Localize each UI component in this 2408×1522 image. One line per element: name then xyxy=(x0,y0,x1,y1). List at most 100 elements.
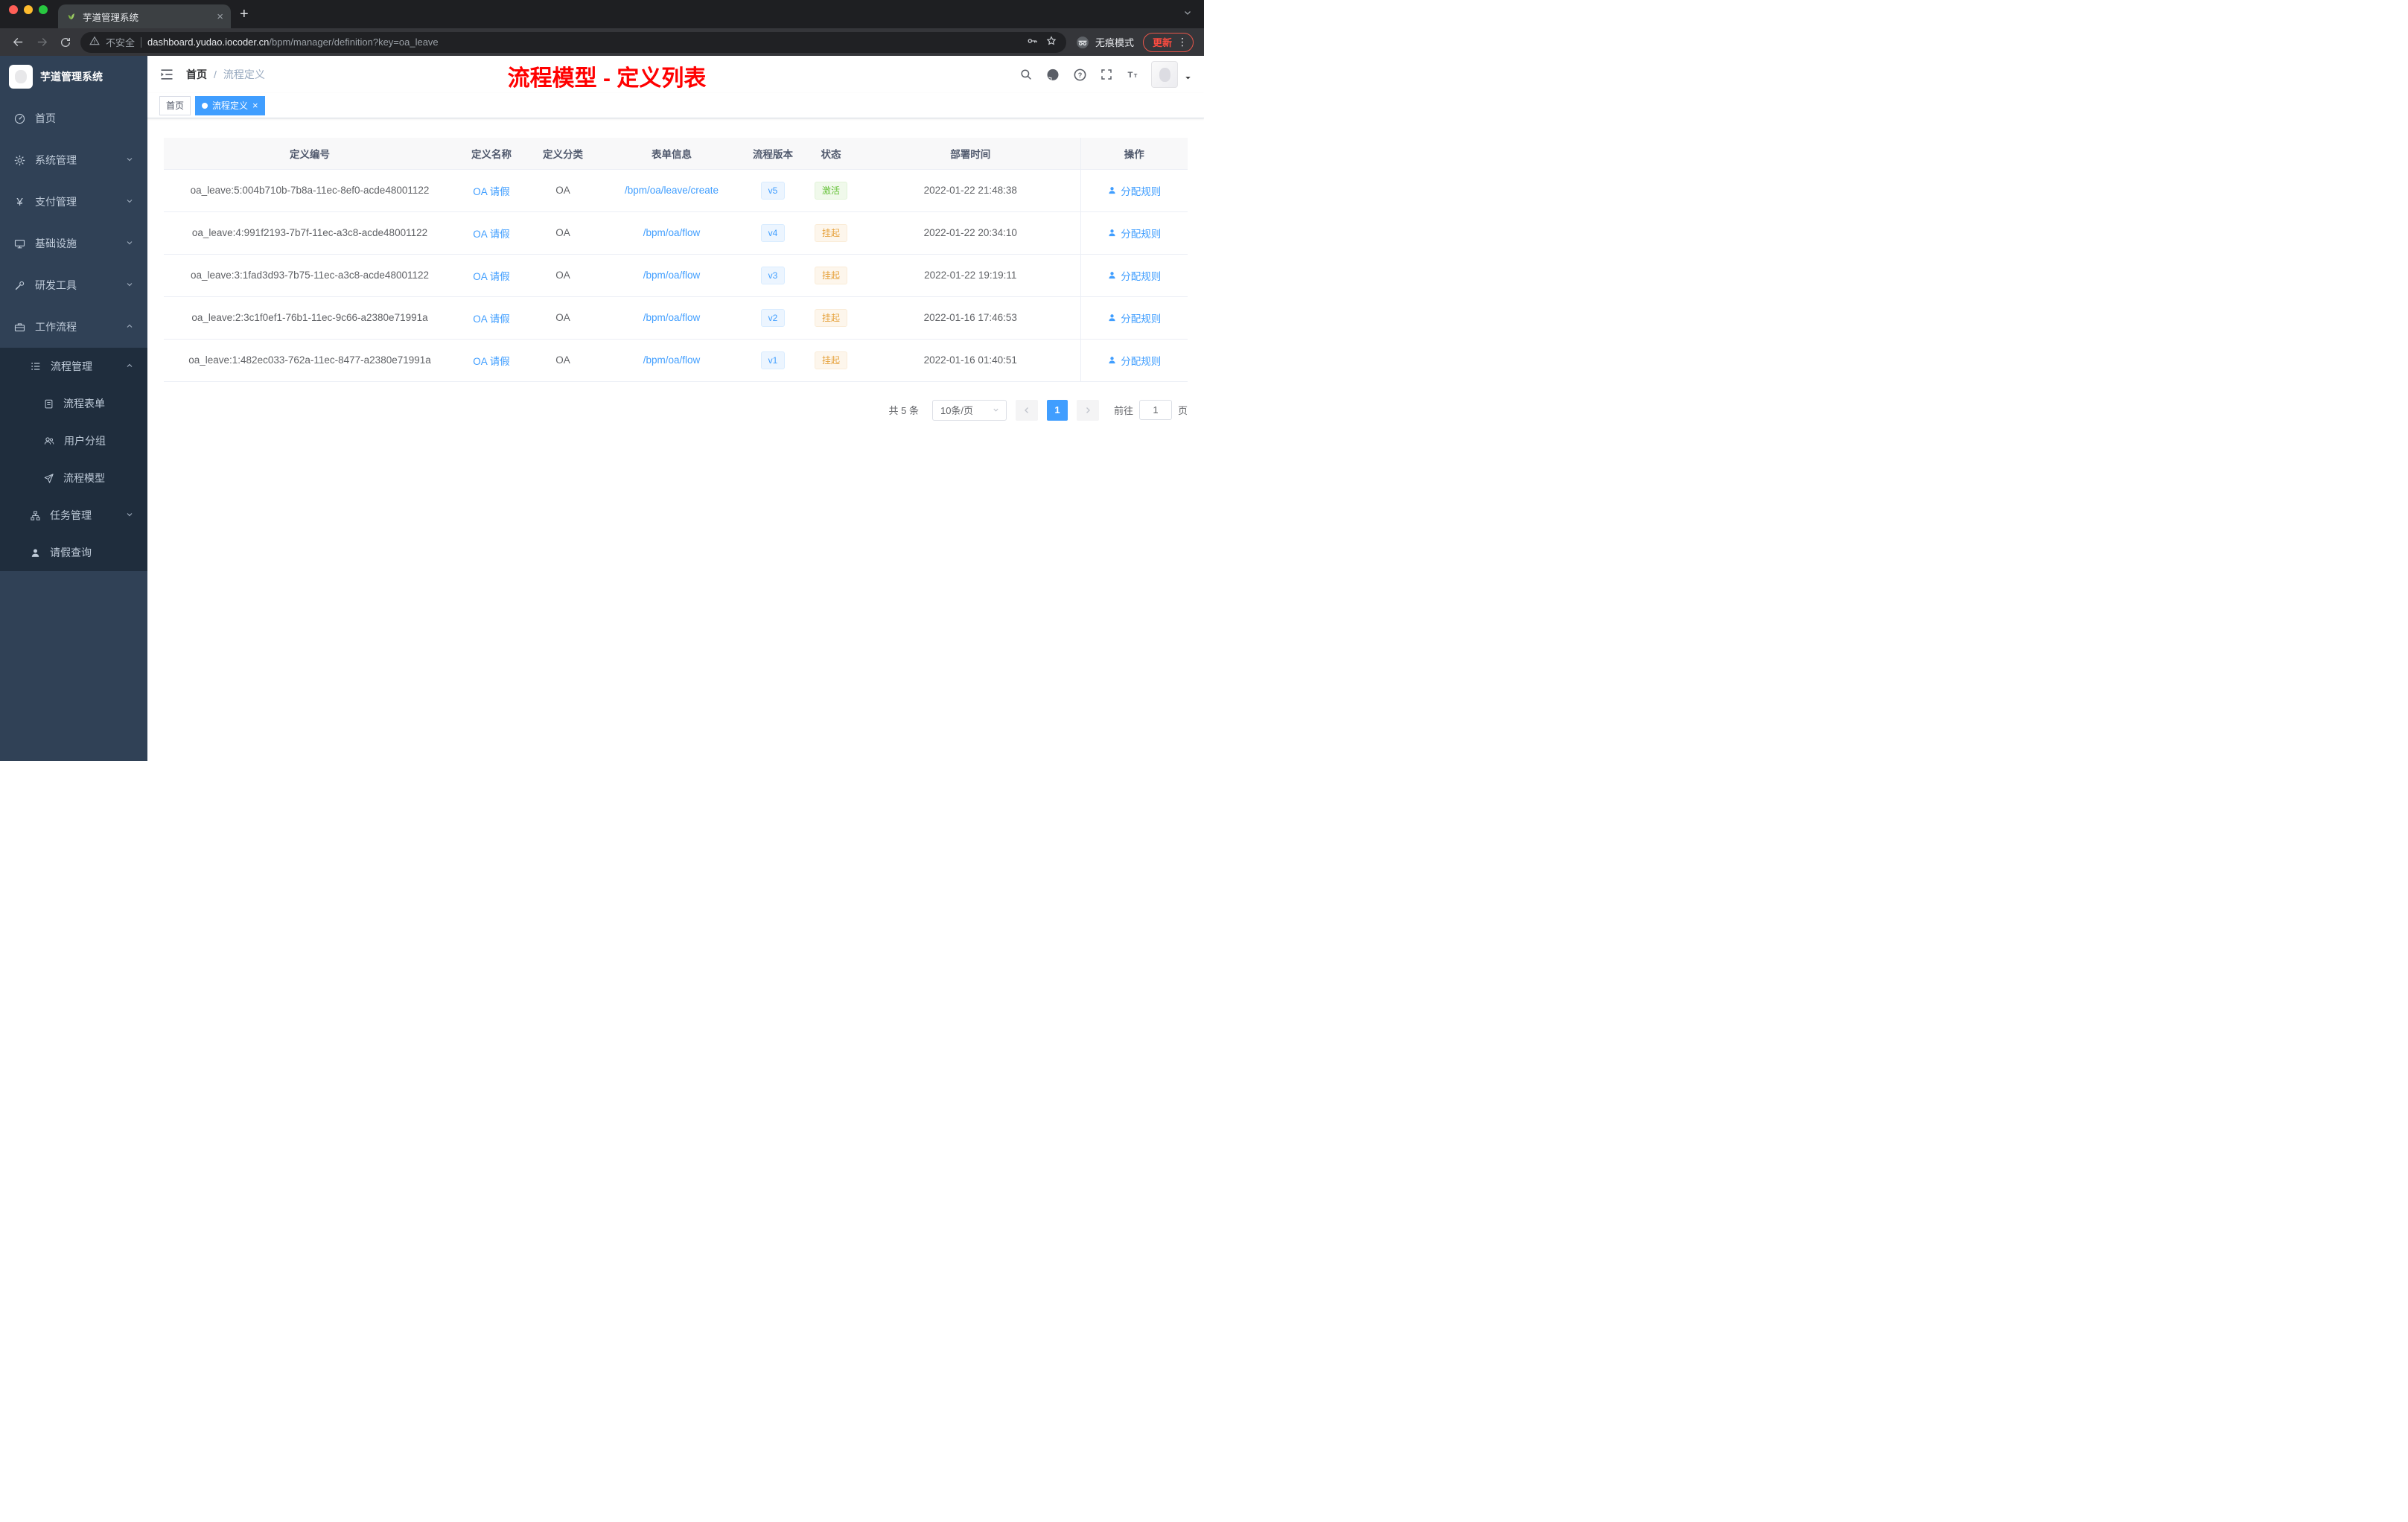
assign-rule-link[interactable]: 分配规则 xyxy=(1107,353,1161,368)
version-tag: v5 xyxy=(760,181,786,200)
sidebar: 芋道管理系统 首页 系统管理 ¥ 支付管理 基础设施 研发工具 工作流程 流程管… xyxy=(0,56,147,761)
incognito-icon xyxy=(1077,36,1089,48)
column-header-id: 定义编号 xyxy=(164,138,456,170)
page-number-button[interactable]: 1 xyxy=(1046,399,1068,421)
column-header-category: 定义分类 xyxy=(527,138,599,170)
column-header-action: 操作 xyxy=(1080,138,1188,170)
forward-button[interactable] xyxy=(33,34,51,51)
definition-name-link[interactable]: OA 请假 xyxy=(473,186,510,197)
users-icon xyxy=(44,437,54,445)
page-unit-label: 页 xyxy=(1177,405,1188,416)
browser-toolbar: 不安全 dashboard.yudao.iocoder.cn/bpm/manag… xyxy=(0,28,1204,56)
github-icon[interactable] xyxy=(1044,66,1062,83)
form-link[interactable]: /bpm/oa/flow xyxy=(643,354,701,366)
prev-page-button[interactable] xyxy=(1015,399,1038,421)
browser-menu-icon[interactable]: ⋮ xyxy=(1177,36,1188,48)
tab-close-icon[interactable]: × xyxy=(217,11,223,22)
browser-update-chip[interactable]: 更新 ⋮ xyxy=(1142,32,1194,52)
zoom-window-button[interactable] xyxy=(39,4,48,14)
cell-deploy-time: 2022-01-22 21:48:38 xyxy=(861,169,1080,212)
address-bar[interactable]: 不安全 dashboard.yudao.iocoder.cn/bpm/manag… xyxy=(80,31,1066,53)
column-header-version: 流程版本 xyxy=(745,138,801,170)
sidebar-item-label: 流程管理 xyxy=(51,360,92,372)
goto-page-input[interactable] xyxy=(1138,400,1172,420)
next-page-button[interactable] xyxy=(1076,399,1099,421)
avatar-caret-icon[interactable] xyxy=(1184,72,1192,88)
url-path: /bpm/manager/definition?key=oa_leave xyxy=(269,36,439,48)
sidebar-item-leave-query[interactable]: 请假查询 xyxy=(0,534,147,571)
sidebar-item-devtools[interactable]: 研发工具 xyxy=(0,264,147,306)
cell-category: OA xyxy=(527,169,599,212)
new-tab-button[interactable]: + xyxy=(240,7,249,22)
browser-tab[interactable]: 芋道管理系统 × xyxy=(58,4,231,28)
breadcrumb-current: 流程定义 xyxy=(223,69,265,80)
form-link[interactable]: /bpm/oa/flow xyxy=(643,270,701,281)
password-key-icon[interactable] xyxy=(1026,35,1038,49)
tag-process-definition[interactable]: 流程定义 × xyxy=(195,95,265,115)
chevron-down-icon xyxy=(125,238,134,249)
close-window-button[interactable] xyxy=(9,4,18,14)
assign-rule-link[interactable]: 分配规则 xyxy=(1107,226,1161,241)
pagination: 共 5 条 10条/页 1 前往 页 xyxy=(164,399,1188,421)
assign-rule-link[interactable]: 分配规则 xyxy=(1107,183,1161,198)
security-label: 不安全 xyxy=(106,37,136,48)
reload-button[interactable] xyxy=(57,34,74,51)
incognito-badge[interactable]: 无痕模式 xyxy=(1075,35,1134,50)
table-row: oa_leave:1:482ec033-762a-11ec-8477-a2380… xyxy=(164,339,1188,382)
minimize-window-button[interactable] xyxy=(24,4,33,14)
column-header-name: 定义名称 xyxy=(456,138,527,170)
definition-name-link[interactable]: OA 请假 xyxy=(473,356,510,367)
svg-text:?: ? xyxy=(1077,71,1082,78)
status-badge: 挂起 xyxy=(814,223,847,242)
help-icon[interactable]: ? xyxy=(1071,66,1089,83)
tag-home[interactable]: 首页 xyxy=(159,95,191,115)
sidebar-item-infrastructure[interactable]: 基础设施 xyxy=(0,223,147,264)
sidebar-item-label: 用户分组 xyxy=(64,435,106,447)
chevron-left-icon xyxy=(1025,407,1028,413)
user-icon xyxy=(1109,229,1115,237)
tab-search-button[interactable] xyxy=(1183,7,1192,21)
search-icon[interactable] xyxy=(1017,66,1035,83)
app-logo[interactable]: 芋道管理系统 xyxy=(0,56,147,98)
security-warning-icon xyxy=(89,36,100,48)
sidebar-item-system[interactable]: 系统管理 xyxy=(0,139,147,181)
definition-name-link[interactable]: OA 请假 xyxy=(473,229,510,240)
assign-rule-link[interactable]: 分配规则 xyxy=(1107,311,1161,325)
sidebar-fold-icon[interactable] xyxy=(159,67,174,82)
tag-close-icon[interactable]: × xyxy=(252,101,258,110)
page-size-value: 10条/页 xyxy=(940,405,974,416)
definition-name-link[interactable]: OA 请假 xyxy=(473,271,510,282)
sidebar-item-home[interactable]: 首页 xyxy=(0,98,147,139)
form-link[interactable]: /bpm/oa/flow xyxy=(643,312,701,323)
workflow-submenu: 流程管理 流程表单 用户分组 流程模型 任务管理 请假查询 xyxy=(0,348,147,571)
sidebar-item-process-management[interactable]: 流程管理 xyxy=(0,348,147,385)
page-size-select[interactable]: 10条/页 xyxy=(931,399,1007,421)
chevron-right-icon xyxy=(1086,407,1090,413)
sidebar-item-task-management[interactable]: 任务管理 xyxy=(0,497,147,534)
user-avatar[interactable] xyxy=(1151,61,1178,88)
form-link[interactable]: /bpm/oa/leave/create xyxy=(625,185,719,196)
definition-name-link[interactable]: OA 请假 xyxy=(473,313,510,325)
paper-plane-icon xyxy=(44,473,54,483)
chevron-up-icon xyxy=(125,360,134,372)
form-link[interactable]: /bpm/oa/flow xyxy=(643,227,701,238)
back-button[interactable] xyxy=(9,34,27,51)
assign-rule-link[interactable]: 分配规则 xyxy=(1107,268,1161,283)
version-tag: v3 xyxy=(760,266,786,284)
sidebar-item-user-group[interactable]: 用户分组 xyxy=(0,422,147,459)
table-row: oa_leave:5:004b710b-7b8a-11ec-8ef0-acde4… xyxy=(164,169,1188,212)
table-row: oa_leave:2:3c1f0ef1-76b1-11ec-9c66-a2380… xyxy=(164,296,1188,340)
user-icon xyxy=(1109,357,1115,364)
navbar: 首页 / 流程定义 流程模型 - 定义列表 ? T T xyxy=(147,56,1204,93)
pagination-total: 共 5 条 xyxy=(888,405,919,416)
omnibox-actions xyxy=(1026,35,1057,49)
sidebar-item-workflow[interactable]: 工作流程 xyxy=(0,306,147,348)
sidebar-item-process-form[interactable]: 流程表单 xyxy=(0,385,147,422)
breadcrumb-home[interactable]: 首页 xyxy=(186,67,207,82)
sidebar-item-label: 工作流程 xyxy=(35,321,77,333)
font-size-icon[interactable]: TT xyxy=(1124,66,1142,83)
sidebar-item-payment[interactable]: ¥ 支付管理 xyxy=(0,181,147,223)
bookmark-star-icon[interactable] xyxy=(1045,35,1057,49)
sidebar-item-process-model[interactable]: 流程模型 xyxy=(0,459,147,497)
fullscreen-icon[interactable] xyxy=(1098,66,1115,83)
